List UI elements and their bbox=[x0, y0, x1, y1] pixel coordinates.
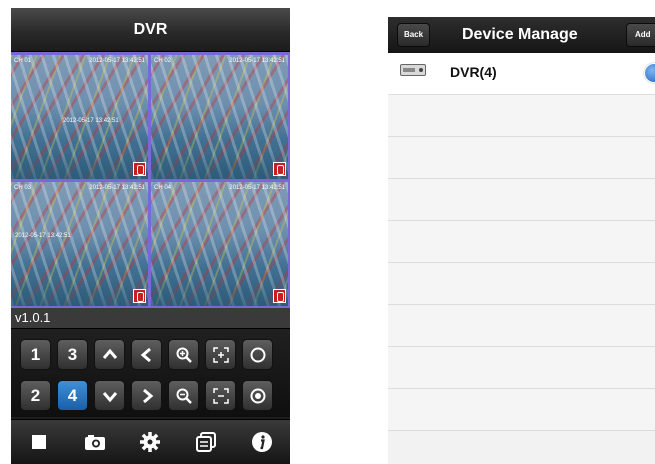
camera-view-2[interactable]: CH 02 2012-05-17 13:42:51 bbox=[151, 55, 288, 179]
stop-button[interactable] bbox=[26, 429, 52, 455]
camera-timestamp: 2012-05-17 13:42:51 bbox=[89, 58, 145, 64]
camera-view-1[interactable]: CH 01 2012-05-17 13:42:51 2012-05-17 13:… bbox=[11, 55, 148, 179]
focus-far-button[interactable] bbox=[205, 380, 236, 411]
list-item bbox=[388, 305, 655, 347]
list-item bbox=[388, 263, 655, 305]
dvr-title: DVR bbox=[11, 8, 290, 52]
camera-label: CH 03 bbox=[14, 185, 32, 191]
dvr-screen: DVR CH 01 2012-05-17 13:42:51 2012-05-17… bbox=[11, 8, 290, 464]
chevron-up-icon bbox=[102, 348, 117, 359]
record-icon bbox=[273, 162, 286, 176]
list-item bbox=[388, 137, 655, 179]
iris-close-button[interactable] bbox=[242, 380, 273, 411]
iris-open-icon bbox=[250, 347, 265, 362]
settings-button[interactable] bbox=[137, 429, 163, 455]
channel-2-button[interactable]: 2 bbox=[20, 380, 51, 411]
camera-timestamp: 2012-05-17 13:42:51 bbox=[89, 185, 145, 191]
camera-overlay-timestamp: 2012-05-17 13:42:51 bbox=[63, 118, 119, 124]
camera-timestamp: 2012-05-17 13:42:51 bbox=[229, 58, 285, 64]
info-button[interactable] bbox=[249, 429, 275, 455]
control-panel: 1 3 2 4 bbox=[11, 329, 290, 417]
list-item bbox=[388, 389, 655, 431]
camera-label: CH 01 bbox=[14, 58, 32, 64]
ptz-left-button[interactable] bbox=[131, 339, 162, 370]
navigation-bar: Back Device Manage Add bbox=[388, 17, 655, 53]
ptz-up-button[interactable] bbox=[94, 339, 125, 370]
iris-open-button[interactable] bbox=[242, 339, 273, 370]
list-item bbox=[388, 221, 655, 263]
list-item bbox=[388, 347, 655, 389]
record-icon bbox=[133, 162, 146, 176]
camera-overlay-timestamp: 2012-05-17 13:42:51 bbox=[15, 233, 71, 239]
camera-view-3[interactable]: CH 03 2012-05-17 13:42:51 2012-05-17 13:… bbox=[11, 182, 148, 306]
record-icon bbox=[273, 289, 286, 303]
chevron-down-icon bbox=[102, 391, 117, 402]
back-button[interactable]: Back bbox=[397, 23, 430, 47]
list-item[interactable]: DVR(4) bbox=[388, 53, 655, 95]
record-icon bbox=[133, 289, 146, 303]
camera-view-4[interactable]: CH 04 2012-05-17 13:42:51 bbox=[151, 182, 288, 306]
info-icon bbox=[252, 432, 273, 452]
device-list: DVR(4) bbox=[388, 53, 655, 431]
device-list-button[interactable] bbox=[193, 429, 219, 455]
page-title: Device Manage bbox=[462, 26, 578, 43]
zoom-in-icon bbox=[176, 347, 192, 363]
stop-icon bbox=[31, 435, 46, 449]
list-item bbox=[388, 179, 655, 221]
camera-grid: CH 01 2012-05-17 13:42:51 2012-05-17 13:… bbox=[11, 52, 290, 308]
device-manage-screen: Back Device Manage Add DVR(4) bbox=[388, 17, 655, 464]
detail-disclosure-icon[interactable] bbox=[644, 63, 655, 83]
add-button[interactable]: Add bbox=[626, 23, 655, 47]
camera-label: CH 04 bbox=[154, 185, 172, 191]
bottom-toolbar bbox=[11, 419, 290, 464]
snapshot-button[interactable] bbox=[82, 429, 108, 455]
ptz-right-button[interactable] bbox=[131, 380, 162, 411]
chevron-right-icon bbox=[142, 388, 153, 403]
dvr-device-icon bbox=[400, 64, 426, 76]
gear-icon bbox=[140, 432, 161, 452]
iris-close-icon bbox=[250, 388, 265, 403]
camera-label: CH 02 bbox=[154, 58, 172, 64]
camera-timestamp: 2012-05-17 13:42:51 bbox=[229, 185, 285, 191]
version-label: v1.0.1 bbox=[11, 308, 290, 329]
channel-4-button[interactable]: 4 bbox=[57, 380, 88, 411]
zoom-out-button[interactable] bbox=[168, 380, 199, 411]
channel-3-button[interactable]: 3 bbox=[57, 339, 88, 370]
zoom-in-button[interactable] bbox=[168, 339, 199, 370]
channel-1-button[interactable]: 1 bbox=[20, 339, 51, 370]
zoom-out-icon bbox=[176, 388, 192, 404]
camera-icon bbox=[84, 435, 105, 450]
device-name: DVR(4) bbox=[450, 64, 497, 80]
multi-window-icon bbox=[196, 432, 217, 452]
focus-near-button[interactable] bbox=[205, 339, 236, 370]
list-item bbox=[388, 95, 655, 137]
ptz-down-button[interactable] bbox=[94, 380, 125, 411]
chevron-left-icon bbox=[140, 347, 151, 362]
focus-in-icon bbox=[212, 346, 229, 363]
focus-out-icon bbox=[212, 387, 229, 404]
